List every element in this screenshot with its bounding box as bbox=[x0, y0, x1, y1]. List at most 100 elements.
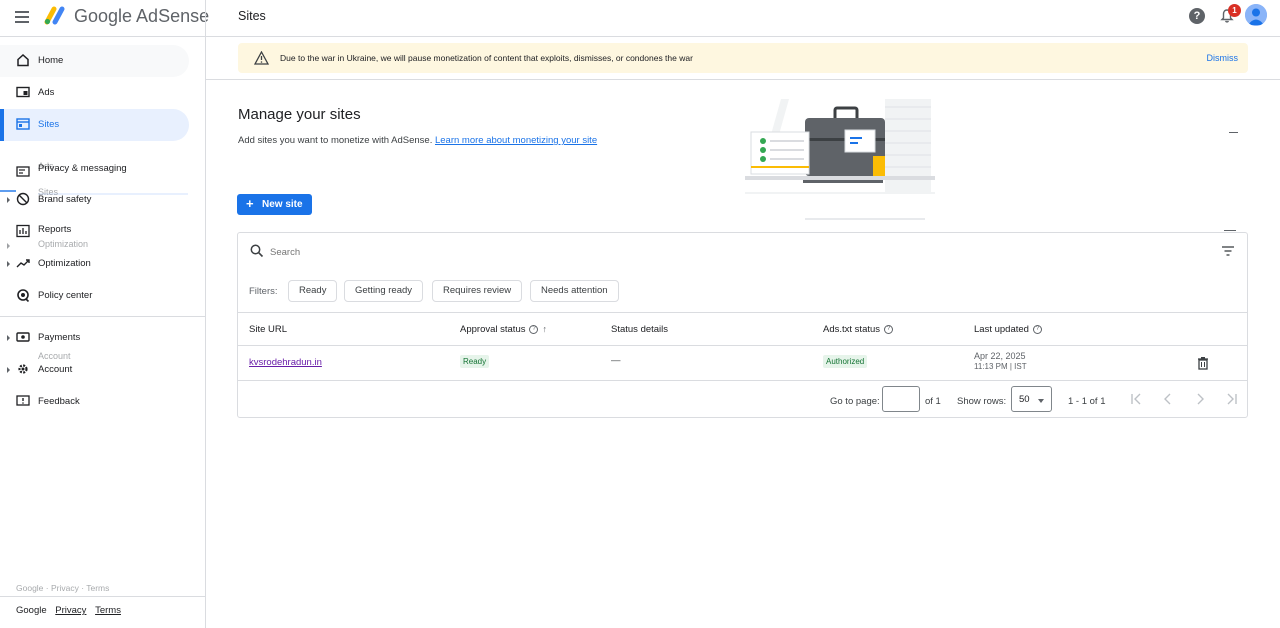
page-number-input[interactable] bbox=[882, 386, 920, 412]
help-circle-icon[interactable]: ? bbox=[529, 324, 539, 334]
collapse-ghost-icon bbox=[1224, 230, 1236, 231]
table-header: Site URL Approval status? ↑ Status detail… bbox=[238, 313, 1247, 346]
filter-chip-ready[interactable]: Ready bbox=[288, 280, 338, 302]
help-circle-icon[interactable]: ? bbox=[1032, 324, 1042, 334]
help-icon[interactable]: ? bbox=[1189, 8, 1205, 24]
sidebar-item-sites[interactable]: Sites bbox=[0, 109, 189, 141]
help-circle-icon[interactable]: ? bbox=[884, 324, 894, 334]
sidebar-footer: Google Privacy Terms bbox=[16, 605, 121, 616]
brand-name: Google AdSense bbox=[74, 6, 210, 26]
dropdown-arrow-icon bbox=[1038, 399, 1044, 403]
plus-icon: + bbox=[246, 196, 254, 211]
description-text: Add sites you want to monetize with AdSe… bbox=[238, 135, 433, 146]
column-header-label: Approval status bbox=[460, 324, 526, 335]
sidebar-item-reports[interactable]: Reports bbox=[0, 216, 189, 248]
ads-txt-status-badge: Authorized bbox=[823, 355, 868, 368]
sidebar-item-brand-safety[interactable]: Brand safety bbox=[0, 184, 189, 216]
filters-label: Filters: bbox=[249, 286, 278, 297]
site-url-link[interactable]: kvsrodehradun.in bbox=[249, 357, 322, 368]
column-header-last-updated[interactable]: Last updated? bbox=[974, 324, 1042, 335]
privacy-link[interactable]: Privacy bbox=[55, 605, 86, 616]
sidebar-item-optimization[interactable]: Optimization bbox=[0, 248, 189, 280]
sort-up-arrow-icon: ↑ bbox=[542, 324, 547, 334]
warning-icon bbox=[254, 51, 269, 65]
filter-chip-requires-review[interactable]: Requires review bbox=[432, 280, 523, 302]
sidebar-item-label: Sites bbox=[38, 119, 60, 130]
banner-divider bbox=[206, 79, 1280, 80]
feedback-icon bbox=[16, 395, 30, 406]
approval-status-badge: Ready bbox=[460, 355, 490, 368]
sidebar-item-home[interactable]: Home bbox=[0, 45, 189, 77]
first-page-icon[interactable] bbox=[1128, 391, 1144, 407]
status-details-cell: — bbox=[611, 355, 621, 366]
column-header-site-url[interactable]: Site URL bbox=[249, 324, 287, 335]
section-title: Manage your sites bbox=[238, 106, 361, 123]
site-url-text[interactable]: kvsrodehradun.in bbox=[249, 357, 322, 368]
privacy-icon bbox=[16, 166, 30, 177]
account-gear-icon bbox=[18, 364, 28, 374]
avatar[interactable] bbox=[1245, 4, 1267, 26]
sidebar-item-ads[interactable]: Ads bbox=[0, 77, 189, 109]
banner-message: Due to the war in Ukraine, we will pause… bbox=[280, 53, 693, 63]
dismiss-button[interactable]: Dismiss bbox=[1207, 53, 1239, 63]
sidebar-item-label: Feedback bbox=[38, 396, 80, 407]
new-site-button[interactable]: + New site bbox=[237, 194, 312, 215]
next-page-icon[interactable] bbox=[1192, 391, 1208, 407]
status-badge: Authorized bbox=[823, 355, 868, 368]
reports-icon bbox=[16, 224, 30, 238]
show-rows-label: Show rows: bbox=[957, 396, 1007, 407]
filter-list-icon[interactable] bbox=[1221, 245, 1235, 257]
sidebar-item-label: Optimization bbox=[38, 258, 91, 269]
last-page-icon[interactable] bbox=[1224, 391, 1240, 407]
top-app-bar: Google AdSense Sites ? 1 bbox=[0, 0, 1280, 37]
rows-per-page-select[interactable]: 50 bbox=[1011, 386, 1052, 412]
rows-per-page-value: 50 bbox=[1019, 394, 1030, 405]
search-input[interactable] bbox=[270, 243, 870, 261]
sidebar-item-label: Brand safety bbox=[38, 194, 92, 205]
sidebar-item-label: Policy center bbox=[38, 290, 93, 301]
column-header-status-details: Status details bbox=[611, 324, 669, 335]
brand-safety-icon bbox=[16, 192, 30, 206]
sidebar-item-policy-center[interactable]: Policy center bbox=[0, 280, 189, 312]
collapse-icon[interactable] bbox=[1229, 132, 1238, 133]
notification-badge: 1 bbox=[1228, 4, 1241, 17]
previous-page-icon[interactable] bbox=[1160, 391, 1176, 407]
sidebar-footer-divider bbox=[0, 596, 205, 597]
terms-link[interactable]: Terms bbox=[95, 605, 121, 616]
expand-caret-icon bbox=[7, 197, 10, 203]
war-notice-banner: Due to the war in Ukraine, we will pause… bbox=[238, 43, 1248, 73]
sidebar-item-label: Payments bbox=[38, 332, 81, 343]
last-updated-time: 11:13 PM | IST bbox=[974, 362, 1027, 371]
ads-icon bbox=[16, 86, 30, 98]
go-to-page-label: Go to page: bbox=[830, 396, 880, 407]
filter-chips-row: Filters: Ready Getting ready Requires re… bbox=[238, 271, 1247, 313]
main-menu-icon[interactable] bbox=[15, 9, 29, 23]
column-header-approval-status[interactable]: Approval status? ↑ bbox=[460, 324, 547, 335]
sidebar-divider bbox=[0, 316, 205, 317]
column-header-label: Last updated bbox=[974, 324, 1029, 335]
last-updated-date: Apr 22, 2025 bbox=[974, 351, 1026, 361]
payments-icon bbox=[16, 332, 30, 342]
header-divider bbox=[205, 0, 206, 37]
filter-chip-getting-ready[interactable]: Getting ready bbox=[344, 280, 424, 302]
sites-table: Filters: Ready Getting ready Requires re… bbox=[237, 232, 1248, 418]
sidebar: Home Ads Sites Ads Sites Privacy & messa… bbox=[0, 37, 206, 628]
page-count-text: of 1 bbox=[925, 396, 941, 407]
sidebar-item-feedback[interactable]: Feedback bbox=[0, 386, 189, 418]
filter-chip-needs-attention[interactable]: Needs attention bbox=[530, 280, 619, 302]
sidebar-item-payments[interactable]: Payments bbox=[0, 322, 189, 354]
adsense-logo-icon bbox=[44, 6, 65, 25]
column-header-ads-txt-status[interactable]: Ads.txt status? bbox=[823, 324, 894, 335]
column-header-label: Ads.txt status bbox=[823, 324, 881, 335]
home-icon bbox=[17, 53, 29, 67]
table-row: kvsrodehradun.in Ready — Authorized Apr … bbox=[238, 346, 1247, 381]
expand-caret-icon bbox=[7, 367, 10, 373]
learn-more-link[interactable]: Learn more about monetizing your site bbox=[435, 135, 597, 146]
pagination-bar: Go to page: of 1 Show rows: 50 1 - 1 of … bbox=[238, 381, 1247, 417]
sidebar-item-label: Ads bbox=[38, 87, 55, 98]
sidebar-item-label: Privacy & messaging bbox=[38, 163, 127, 174]
delete-trash-icon[interactable] bbox=[1197, 356, 1209, 370]
ghost-footer: Google · Privacy · Terms bbox=[16, 583, 110, 593]
sidebar-item-account[interactable]: Account bbox=[0, 354, 189, 386]
search-bar bbox=[238, 233, 1247, 271]
